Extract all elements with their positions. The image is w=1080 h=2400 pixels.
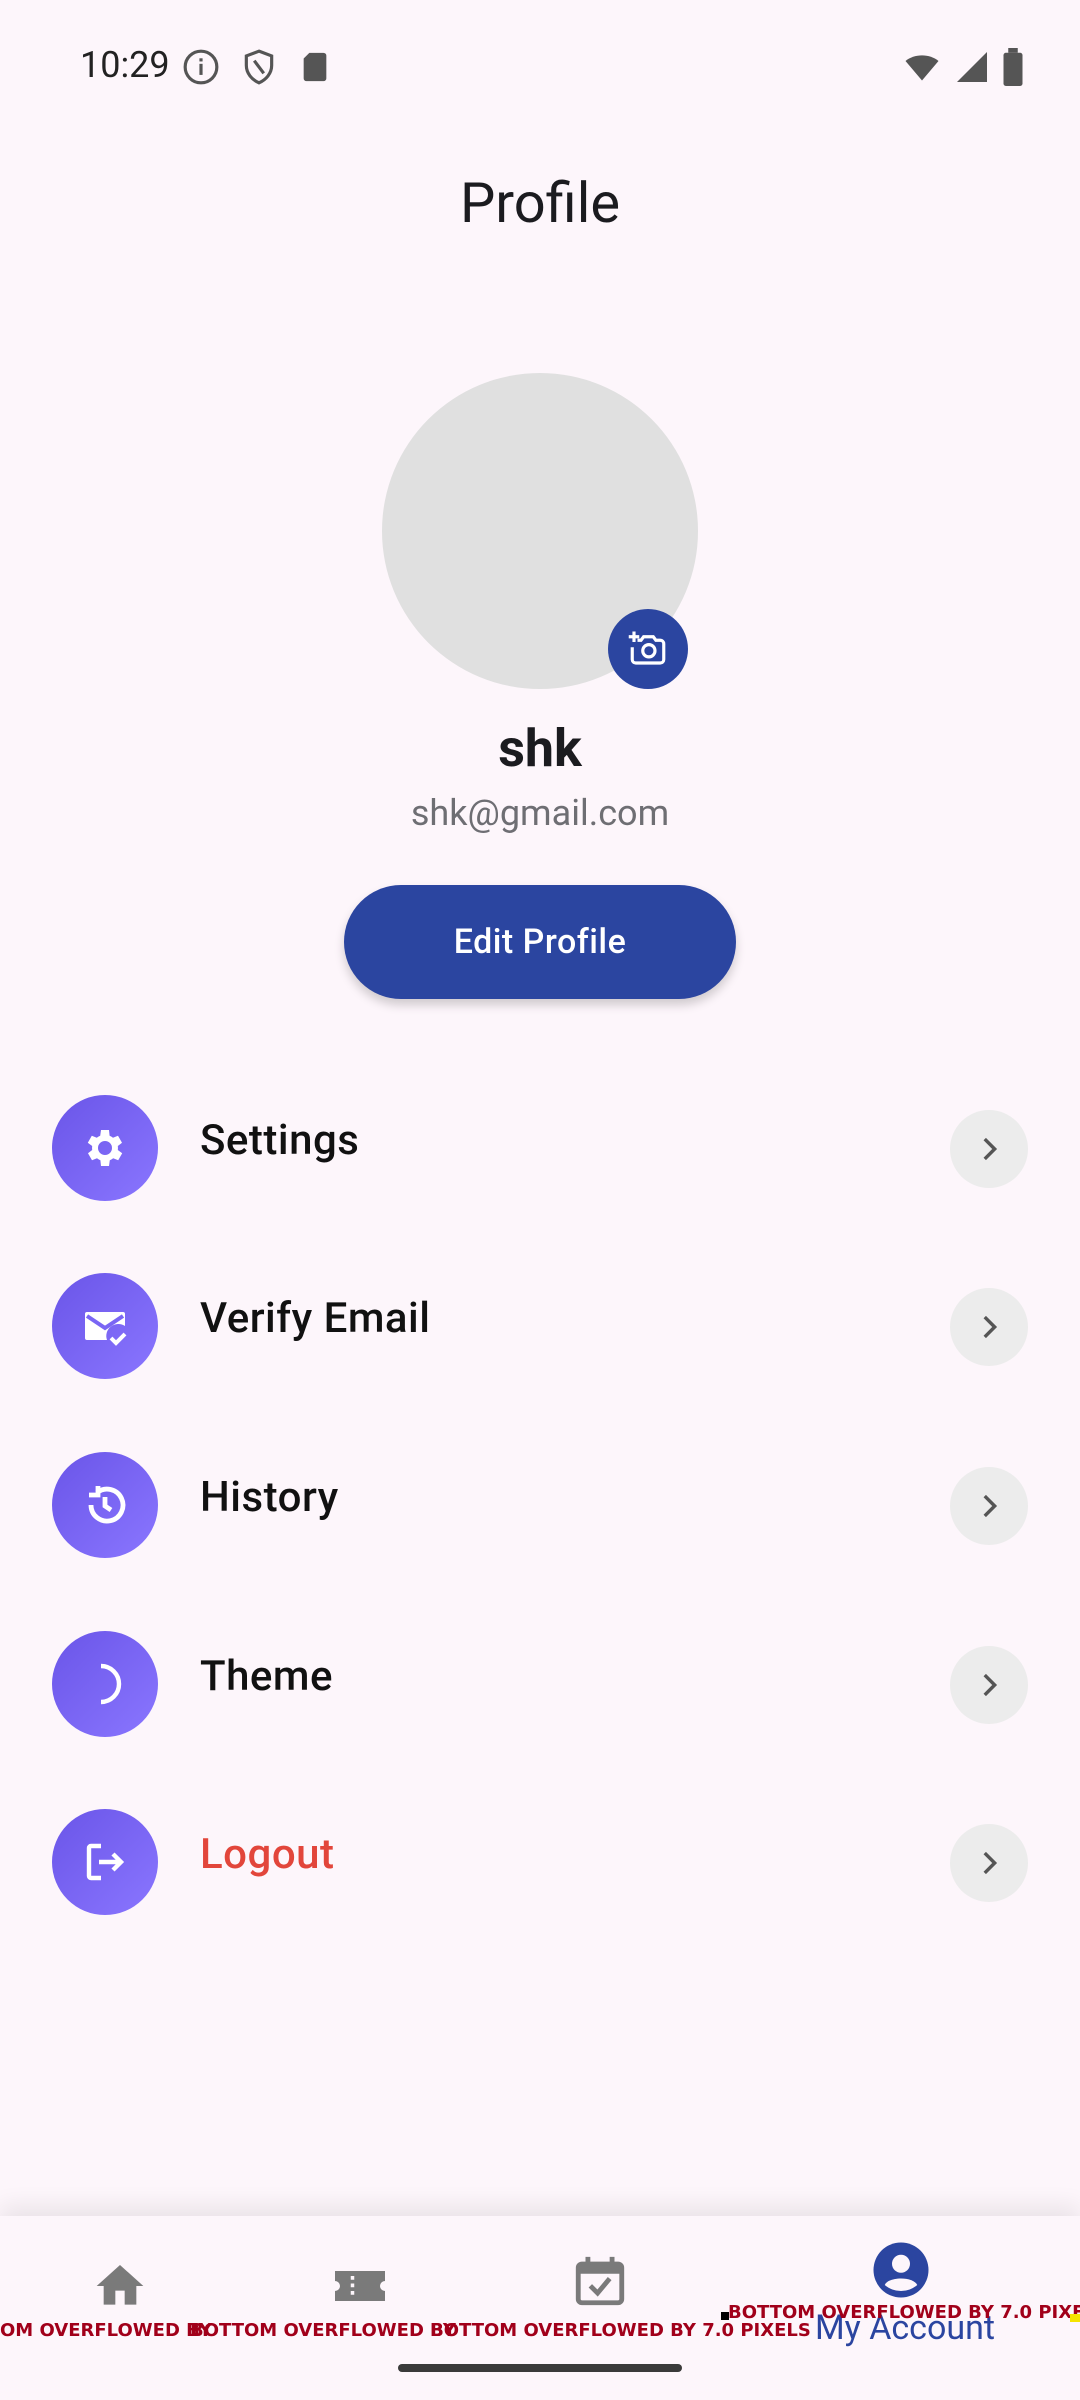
info-icon (183, 49, 219, 85)
event-check-icon (575, 2256, 625, 2306)
home-icon (96, 2265, 144, 2305)
status-icons-left (182, 48, 332, 86)
chevron-right-icon (950, 1467, 1028, 1545)
bottom-nav: My Account OM OVERFLOWED BY BOTTOM OVERF… (0, 2216, 1080, 2400)
menu-label-logout: Logout (200, 1830, 335, 1879)
user-email: shk@gmail.com (410, 792, 670, 834)
overflow-warning: BOTTOM OVERFLOWED BY 7.0 PIXELS (728, 2302, 1080, 2323)
sd-card-icon (303, 52, 327, 82)
change-photo-button[interactable] (608, 609, 688, 689)
history-icon (88, 1486, 126, 1524)
history-icon-container (52, 1452, 158, 1558)
status-bar: 10:29 (0, 0, 1080, 130)
battery-icon (1003, 48, 1023, 86)
mail-check-icon (85, 1312, 127, 1346)
edit-profile-button[interactable]: Edit Profile (344, 885, 736, 999)
chevron-right-icon (950, 1646, 1028, 1724)
overflow-stripe (1070, 2314, 1080, 2322)
wifi-icon (905, 55, 939, 81)
logout-icon-container (52, 1809, 158, 1915)
menu-label-settings: Settings (200, 1116, 360, 1165)
gesture-bar[interactable] (398, 2364, 682, 2372)
menu-item-logout[interactable]: Logout (0, 1802, 1080, 1922)
page-title: Profile (459, 170, 621, 236)
menu-label-theme: Theme (200, 1652, 334, 1701)
menu-item-theme[interactable]: Theme (0, 1624, 1080, 1744)
shield-icon (244, 49, 274, 85)
account-circle-icon (873, 2242, 929, 2298)
menu-item-history[interactable]: History (0, 1445, 1080, 1565)
chevron-right-icon (950, 1288, 1028, 1366)
overflow-warning: OM OVERFLOWED BY (0, 2320, 212, 2341)
menu-label-verify-email: Verify Email (200, 1294, 431, 1343)
add-photo-icon (628, 631, 666, 665)
menu-item-verify-email[interactable]: Verify Email (0, 1266, 1080, 1386)
user-name: shk (498, 718, 582, 779)
overflow-warning: BOTTOM OVERFLOWED BY 7.0 PIXELS (430, 2320, 811, 2341)
menu-label-history: History (200, 1473, 339, 1522)
ticket-icon (335, 2271, 385, 2301)
status-time: 10:29 (80, 44, 170, 86)
moon-icon-container (52, 1631, 158, 1737)
menu-item-settings[interactable]: Settings (0, 1088, 1080, 1208)
gear-icon (87, 1130, 123, 1166)
overflow-warning: BOTTOM OVERFLOWED BY (190, 2320, 456, 2341)
gear-icon-container (52, 1095, 158, 1201)
chevron-right-icon (950, 1110, 1028, 1188)
status-icons-right (902, 48, 1024, 86)
overflow-marker (721, 2312, 729, 2320)
mail-check-icon-container (52, 1273, 158, 1379)
chevron-right-icon (950, 1824, 1028, 1902)
logout-icon (86, 1843, 125, 1881)
signal-icon (957, 52, 987, 82)
moon-icon (100, 1663, 122, 1705)
